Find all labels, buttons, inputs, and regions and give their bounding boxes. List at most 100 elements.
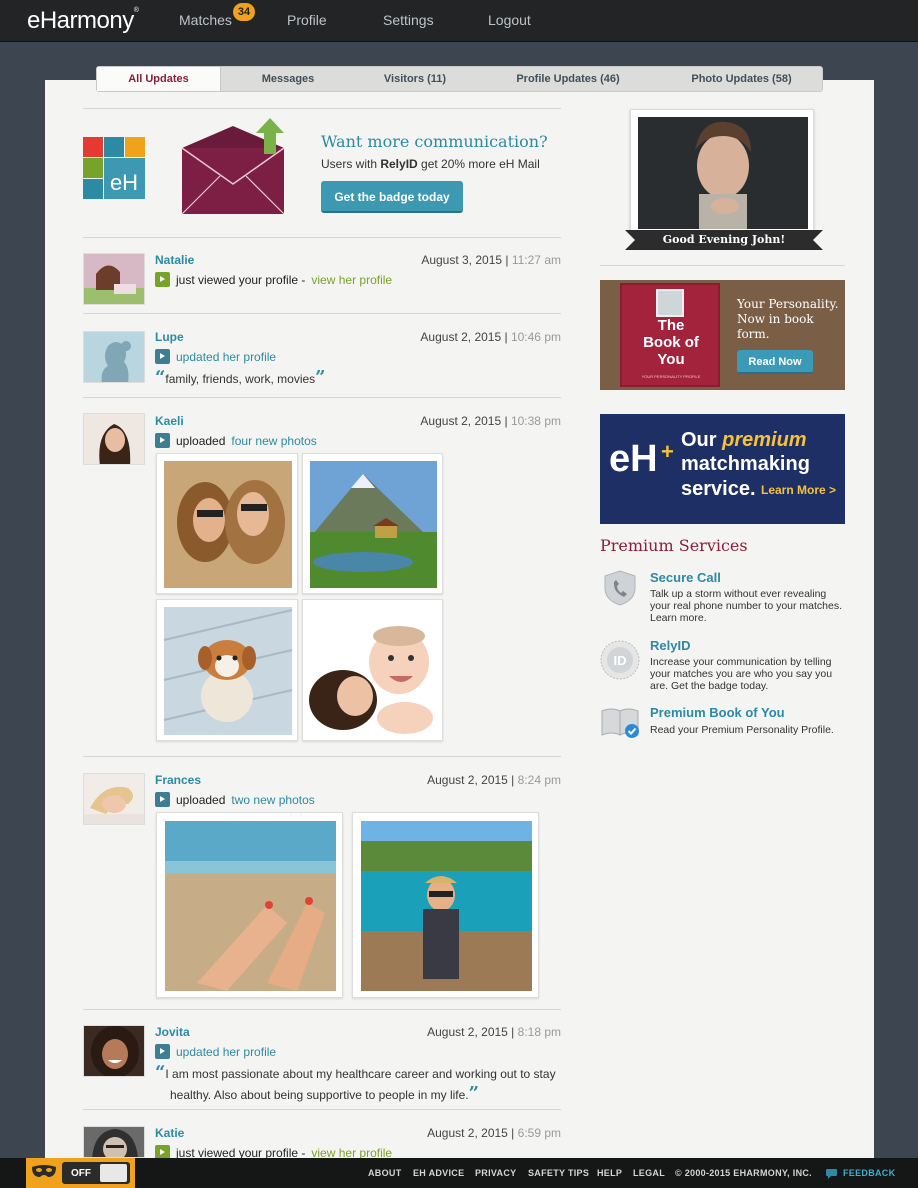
tab-messages[interactable]: Messages xyxy=(221,67,355,91)
eh-plus-icon: + xyxy=(661,439,674,464)
tab-photo-updates[interactable]: Photo Updates (58) xyxy=(661,67,822,91)
feed-date: August 2, 2015 | 8:24 pm xyxy=(427,773,561,787)
updates-tabs: All Updates Messages Visitors (11) Profi… xyxy=(96,66,823,92)
avatar-frances[interactable] xyxy=(83,773,145,825)
updated-profile-link[interactable]: updated her profile xyxy=(176,350,276,364)
feed-name[interactable]: Kaeli xyxy=(155,414,184,428)
profile-quote: “I am most passionate about my healthcar… xyxy=(155,1062,556,1104)
footer-link-eh-advice[interactable]: EH ADVICE xyxy=(413,1168,464,1178)
book-title: The Book of You xyxy=(643,317,699,368)
svg-text:ID: ID xyxy=(614,653,627,668)
arrow-icon xyxy=(155,1044,170,1059)
read-now-button[interactable]: Read Now xyxy=(737,350,813,374)
avatar-natalie[interactable] xyxy=(83,253,145,305)
photo-thumbnail[interactable] xyxy=(156,453,298,594)
feed-name[interactable]: Natalie xyxy=(155,253,194,267)
updated-profile-link[interactable]: updated her profile xyxy=(176,1045,276,1059)
premium-book-desc: Read your Premium Personality Profile. xyxy=(650,724,834,736)
nav-profile[interactable]: Profile xyxy=(287,12,327,28)
tab-visitors[interactable]: Visitors (11) xyxy=(355,67,475,91)
nav-logout[interactable]: Logout xyxy=(488,12,531,28)
feed-date: August 2, 2015 | 6:59 pm xyxy=(427,1126,561,1140)
divider xyxy=(83,1009,561,1010)
shield-phone-icon xyxy=(604,570,636,606)
new-photos-link[interactable]: four new photos xyxy=(231,434,316,448)
premium-services-title: Premium Services xyxy=(600,536,748,555)
nav-matches[interactable]: Matches xyxy=(179,12,232,28)
get-badge-button[interactable]: Get the badge today xyxy=(321,181,463,213)
toggle-state-label: OFF xyxy=(71,1168,91,1179)
photo-thumbnail[interactable] xyxy=(302,599,443,741)
secure-call-desc: Talk up a storm without ever revealing y… xyxy=(650,588,843,624)
matches-count-badge: 34 xyxy=(233,3,255,21)
photo-thumbnail[interactable] xyxy=(156,599,298,741)
feed-name[interactable]: Frances xyxy=(155,773,201,787)
feed-activity: just viewed your profile - view her profi… xyxy=(155,272,392,287)
divider xyxy=(83,1109,561,1110)
avatar-lupe[interactable] xyxy=(83,331,145,383)
relyid-desc: Increase your communication by telling y… xyxy=(650,656,833,692)
footer-link-help[interactable]: HELP xyxy=(597,1168,622,1178)
envelope-icon xyxy=(180,118,286,218)
premium-book-link[interactable]: Premium Book of You xyxy=(650,705,785,720)
eh-ad-line1: Our premium xyxy=(681,429,807,451)
feed-activity: updated her profile xyxy=(155,349,276,364)
eh-plus-logo: eH xyxy=(609,438,658,480)
tab-profile-updates[interactable]: Profile Updates (46) xyxy=(475,67,661,91)
photo-thumbnail[interactable] xyxy=(302,453,443,594)
view-profile-link[interactable]: view her profile xyxy=(311,273,392,287)
open-book-icon xyxy=(600,705,642,739)
tab-all-updates[interactable]: All Updates xyxy=(97,67,221,91)
book-ad-copy: Your Personality. Now in book form. xyxy=(737,297,839,341)
arrow-icon xyxy=(155,433,170,448)
feedback-link[interactable]: FEEDBACK xyxy=(843,1168,895,1178)
feedback-icon xyxy=(826,1168,837,1179)
arrow-icon xyxy=(155,272,170,287)
divider xyxy=(83,397,561,398)
feed-name[interactable]: Katie xyxy=(155,1126,184,1140)
learn-more-link[interactable]: Learn More > xyxy=(761,483,836,497)
footer-link-safety-tips[interactable]: SAFETY TIPS xyxy=(528,1168,589,1178)
relyid-logo-tile: eH xyxy=(83,137,145,199)
secure-call-link[interactable]: Secure Call xyxy=(650,570,721,585)
arrow-icon xyxy=(155,349,170,364)
greeting-text: Good Evening John! xyxy=(662,233,786,246)
book-photo xyxy=(656,289,684,317)
feed-date: August 2, 2015 | 10:46 pm xyxy=(420,330,561,344)
feed-date: August 2, 2015 | 8:18 pm xyxy=(427,1025,561,1039)
avatar-jovita[interactable] xyxy=(83,1025,145,1077)
divider xyxy=(83,108,561,109)
relyid-link[interactable]: RelyID xyxy=(650,638,690,653)
avatar-katie[interactable] xyxy=(83,1126,145,1158)
feed-activity: uploaded four new photos xyxy=(155,433,317,448)
footer-link-about[interactable]: ABOUT xyxy=(368,1168,402,1178)
new-photos-link[interactable]: two new photos xyxy=(231,793,314,807)
promo-text: Users with RelyID get 20% more eH Mail xyxy=(321,157,540,171)
nav-settings[interactable]: Settings xyxy=(383,12,434,28)
divider xyxy=(83,756,561,757)
divider xyxy=(600,265,845,266)
divider xyxy=(83,313,561,314)
divider xyxy=(83,237,561,238)
book-subtitle: YOUR PERSONALITY PROFILE xyxy=(641,374,701,379)
eh-ad-line3: service. xyxy=(681,478,756,500)
feed-date: August 3, 2015 | 11:27 am xyxy=(421,253,561,267)
photo-thumbnail[interactable] xyxy=(352,812,539,998)
photo-thumbnail[interactable] xyxy=(156,812,343,998)
user-profile-photo[interactable] xyxy=(630,109,814,233)
profile-quote: “family, friends, work, movies” xyxy=(155,367,326,388)
feed-name[interactable]: Lupe xyxy=(155,330,184,344)
footer-link-privacy[interactable]: PRIVACY xyxy=(475,1168,516,1178)
eh-ad-line2: matchmaking xyxy=(681,453,810,475)
relyid-logo-text: eH xyxy=(110,170,138,195)
feed-name[interactable]: Jovita xyxy=(155,1025,190,1039)
arrow-icon xyxy=(155,792,170,807)
avatar-kaeli[interactable] xyxy=(83,413,145,465)
toggle-knob[interactable] xyxy=(100,1164,127,1182)
feed-date: August 2, 2015 | 10:38 pm xyxy=(420,414,561,428)
feed-activity: uploaded two new photos xyxy=(155,792,315,807)
footer-link-legal[interactable]: LEGAL xyxy=(633,1168,665,1178)
relyid-icon: ID xyxy=(600,640,640,680)
feed-activity: updated her profile xyxy=(155,1044,276,1059)
eharmony-logo[interactable]: eHarmony® xyxy=(27,7,139,35)
